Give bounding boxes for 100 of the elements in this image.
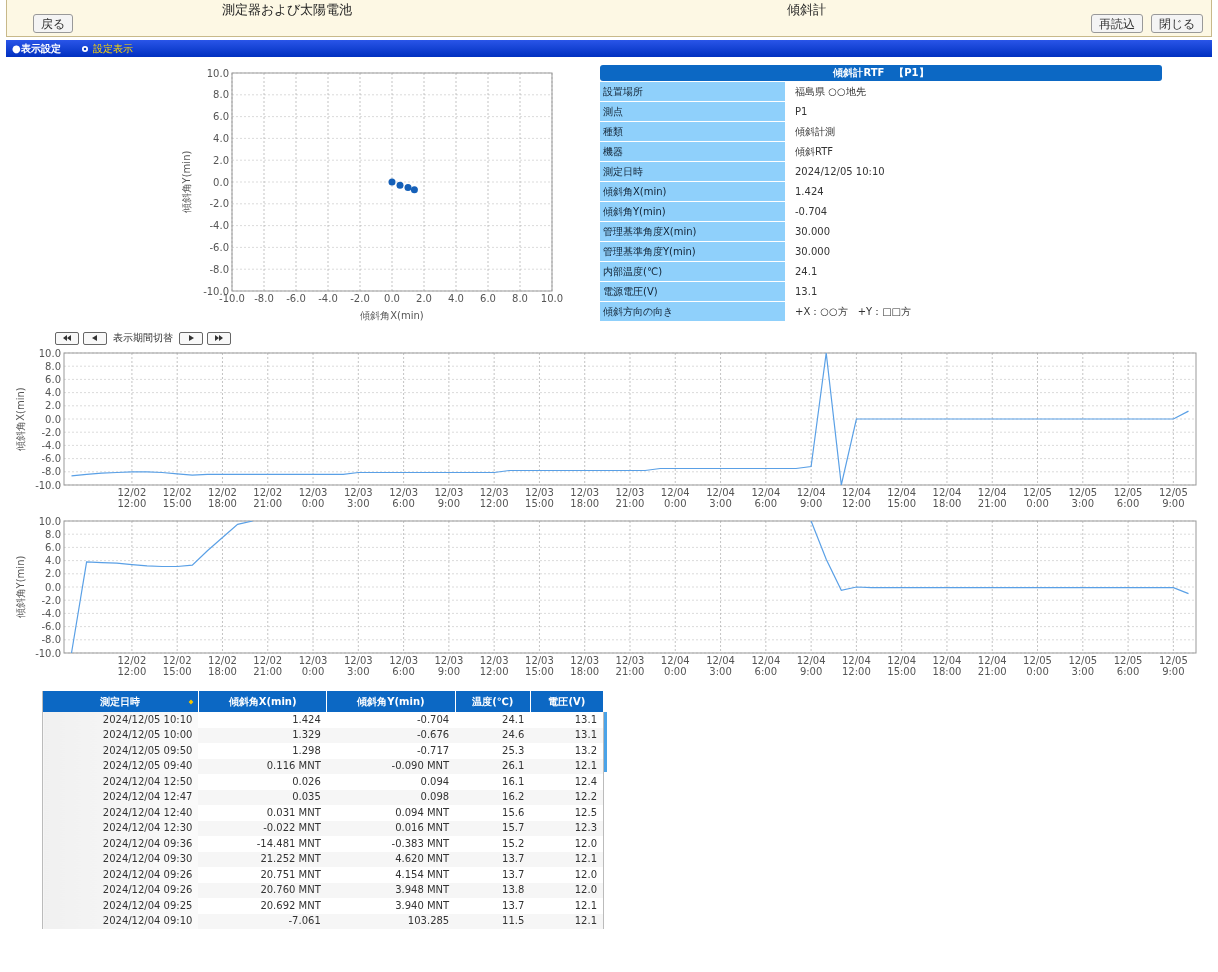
column-header[interactable]: 測定日時	[42, 691, 199, 712]
axis-tick-label: 12/04 21:00	[977, 487, 1007, 509]
table-cell: 16.1	[455, 774, 531, 790]
right-arrow-icon	[186, 334, 196, 342]
axis-tick-label: -2.0	[350, 293, 370, 304]
table-cell: 24.1	[455, 712, 531, 728]
last-page-button[interactable]	[207, 331, 231, 345]
table-cell: 2024/12/04 12:40	[42, 805, 199, 821]
table-cell: 0.026	[198, 774, 327, 790]
axis-tick-label: 12/02 18:00	[208, 655, 237, 677]
axis-tick-label: 12/03 3:00	[343, 487, 373, 509]
axis-tick-label: -10.0	[35, 479, 61, 491]
axis-tick-label: 10.0	[206, 67, 229, 79]
scrollbar	[604, 712, 607, 772]
axis-tick-label: 12/04 3:00	[706, 655, 735, 677]
axis-tick-label: 12/04 12:00	[842, 655, 871, 677]
table-cell: 12.1	[530, 898, 604, 914]
axis-tick-label: -6.0	[286, 293, 306, 304]
info-value: 1.424	[794, 185, 825, 199]
column-header[interactable]: 傾斜角X(min)	[198, 691, 327, 712]
info-value: 30.000	[794, 225, 831, 239]
settings-link[interactable]: 設定表示	[80, 41, 133, 56]
info-value: -0.704	[794, 205, 829, 219]
info-label: 種類	[600, 122, 785, 141]
axis-tick-label: 12/02 21:00	[253, 487, 283, 509]
first-page-button[interactable]	[55, 331, 79, 345]
axis-tick-label: 12/04 12:00	[842, 487, 871, 509]
axis-tick-label: 12/05 9:00	[1158, 655, 1188, 677]
axis-tick-label: 2.0	[45, 400, 61, 412]
axis-tick-label: 12/04 18:00	[932, 487, 962, 509]
axis-tick-label: 12/03 21:00	[615, 655, 645, 677]
axis-tick-label: 12/03 12:00	[479, 487, 509, 509]
info-label: 傾斜方向の向き	[600, 302, 785, 321]
axis-tick-label: 0.0	[384, 293, 400, 304]
axis-tick-label: 12/04 9:00	[796, 487, 826, 509]
axis-tick-label: 12/05 9:00	[1158, 487, 1188, 509]
column-header[interactable]: 傾斜角Y(min)	[326, 691, 456, 712]
section-title: ●表示設定	[12, 41, 61, 56]
sort-arrow-icon	[187, 698, 194, 706]
axis-tick-label: 12/05 3:00	[1068, 655, 1098, 677]
info-value: 2024/12/05 10:10	[794, 165, 886, 179]
info-value: 傾斜計測	[794, 124, 836, 139]
table-cell: 2024/12/04 09:36	[42, 836, 199, 852]
table-cell: 13.7	[455, 898, 531, 914]
table-cell: 12.0	[530, 836, 604, 852]
axis-tick-label: 12/02 18:00	[208, 487, 237, 509]
table-cell: 2024/12/04 09:26	[42, 867, 199, 883]
axis-tick-label: 12/04 9:00	[796, 655, 826, 677]
axis-tick-label: 10.0	[540, 293, 564, 304]
axis-tick-label: 12/04 3:00	[706, 487, 735, 509]
axis-tick-label: 12/05 3:00	[1068, 487, 1098, 509]
info-label: 管理基準角度Y(min)	[600, 242, 785, 261]
table-cell: 13.1	[530, 712, 604, 728]
axis-tick-label: 12/03 18:00	[570, 487, 600, 509]
axis-tick-label: -4.0	[209, 220, 229, 232]
axis-tick-label: 12/05 0:00	[1023, 655, 1052, 677]
axis-tick-label: 4.0	[213, 132, 229, 144]
axis-tick-label: 6.0	[45, 541, 61, 553]
next-button[interactable]	[179, 331, 203, 345]
column-header[interactable]: 温度(℃)	[455, 691, 531, 712]
info-title: 傾斜計RTF 【P1】	[600, 65, 1162, 81]
table-cell: 0.031 MNT	[198, 805, 327, 821]
info-label: 設置場所	[600, 82, 785, 101]
info-label: 傾斜角X(min)	[600, 182, 785, 201]
table-cell: 1.298	[198, 743, 327, 759]
axis-tick-label: 2.0	[45, 568, 61, 580]
info-value: 24.1	[794, 265, 819, 279]
info-value: 傾斜RTF	[794, 144, 835, 159]
table-cell: 15.2	[455, 836, 531, 852]
axis-tick-label: -6.0	[41, 453, 61, 465]
table-cell: 0.094	[326, 774, 456, 790]
previous-button[interactable]	[83, 331, 107, 345]
axis-tick-label: -6.0	[41, 621, 61, 633]
axis-tick-label: 12/04 15:00	[887, 487, 917, 509]
info-label: 機器	[600, 142, 785, 161]
axis-tick-label: -10.0	[35, 647, 61, 659]
axis-tick-label: 4.0	[448, 293, 464, 304]
info-value: +X：○○方 +Y：□□方	[794, 304, 913, 319]
table-cell: 20.751 MNT	[198, 867, 327, 883]
column-header[interactable]: 電圧(V)	[530, 691, 604, 712]
back-button[interactable]: 戻る	[33, 14, 73, 33]
axis-tick-label: 12/03 12:00	[479, 655, 509, 677]
double-left-arrow-icon	[62, 334, 72, 342]
axis-tick-label: 10.0	[38, 347, 61, 359]
axis-tick-label: -8.0	[209, 263, 229, 275]
left-arrow-icon	[90, 334, 100, 342]
table-cell: -14.481 MNT	[198, 836, 327, 852]
header-button[interactable]: 閉じる	[1151, 14, 1203, 33]
axis-tick-label: -8.0	[254, 293, 274, 304]
axis-tick-label: 12/04 0:00	[660, 487, 690, 509]
axis-title: 傾斜角Y(min)	[181, 150, 192, 214]
axis-tick-label: 8.0	[45, 360, 61, 372]
table-cell: 2024/12/05 10:10	[42, 712, 199, 728]
info-label: 測点	[600, 102, 785, 121]
table-cell: 13.2	[530, 743, 604, 759]
period-label: 表示期間切替	[113, 331, 173, 345]
info-label: 測定日時	[600, 162, 785, 181]
axis-tick-label: 12/04 21:00	[977, 655, 1007, 677]
info-value: P1	[794, 105, 809, 119]
header-button[interactable]: 再読込	[1091, 14, 1143, 33]
